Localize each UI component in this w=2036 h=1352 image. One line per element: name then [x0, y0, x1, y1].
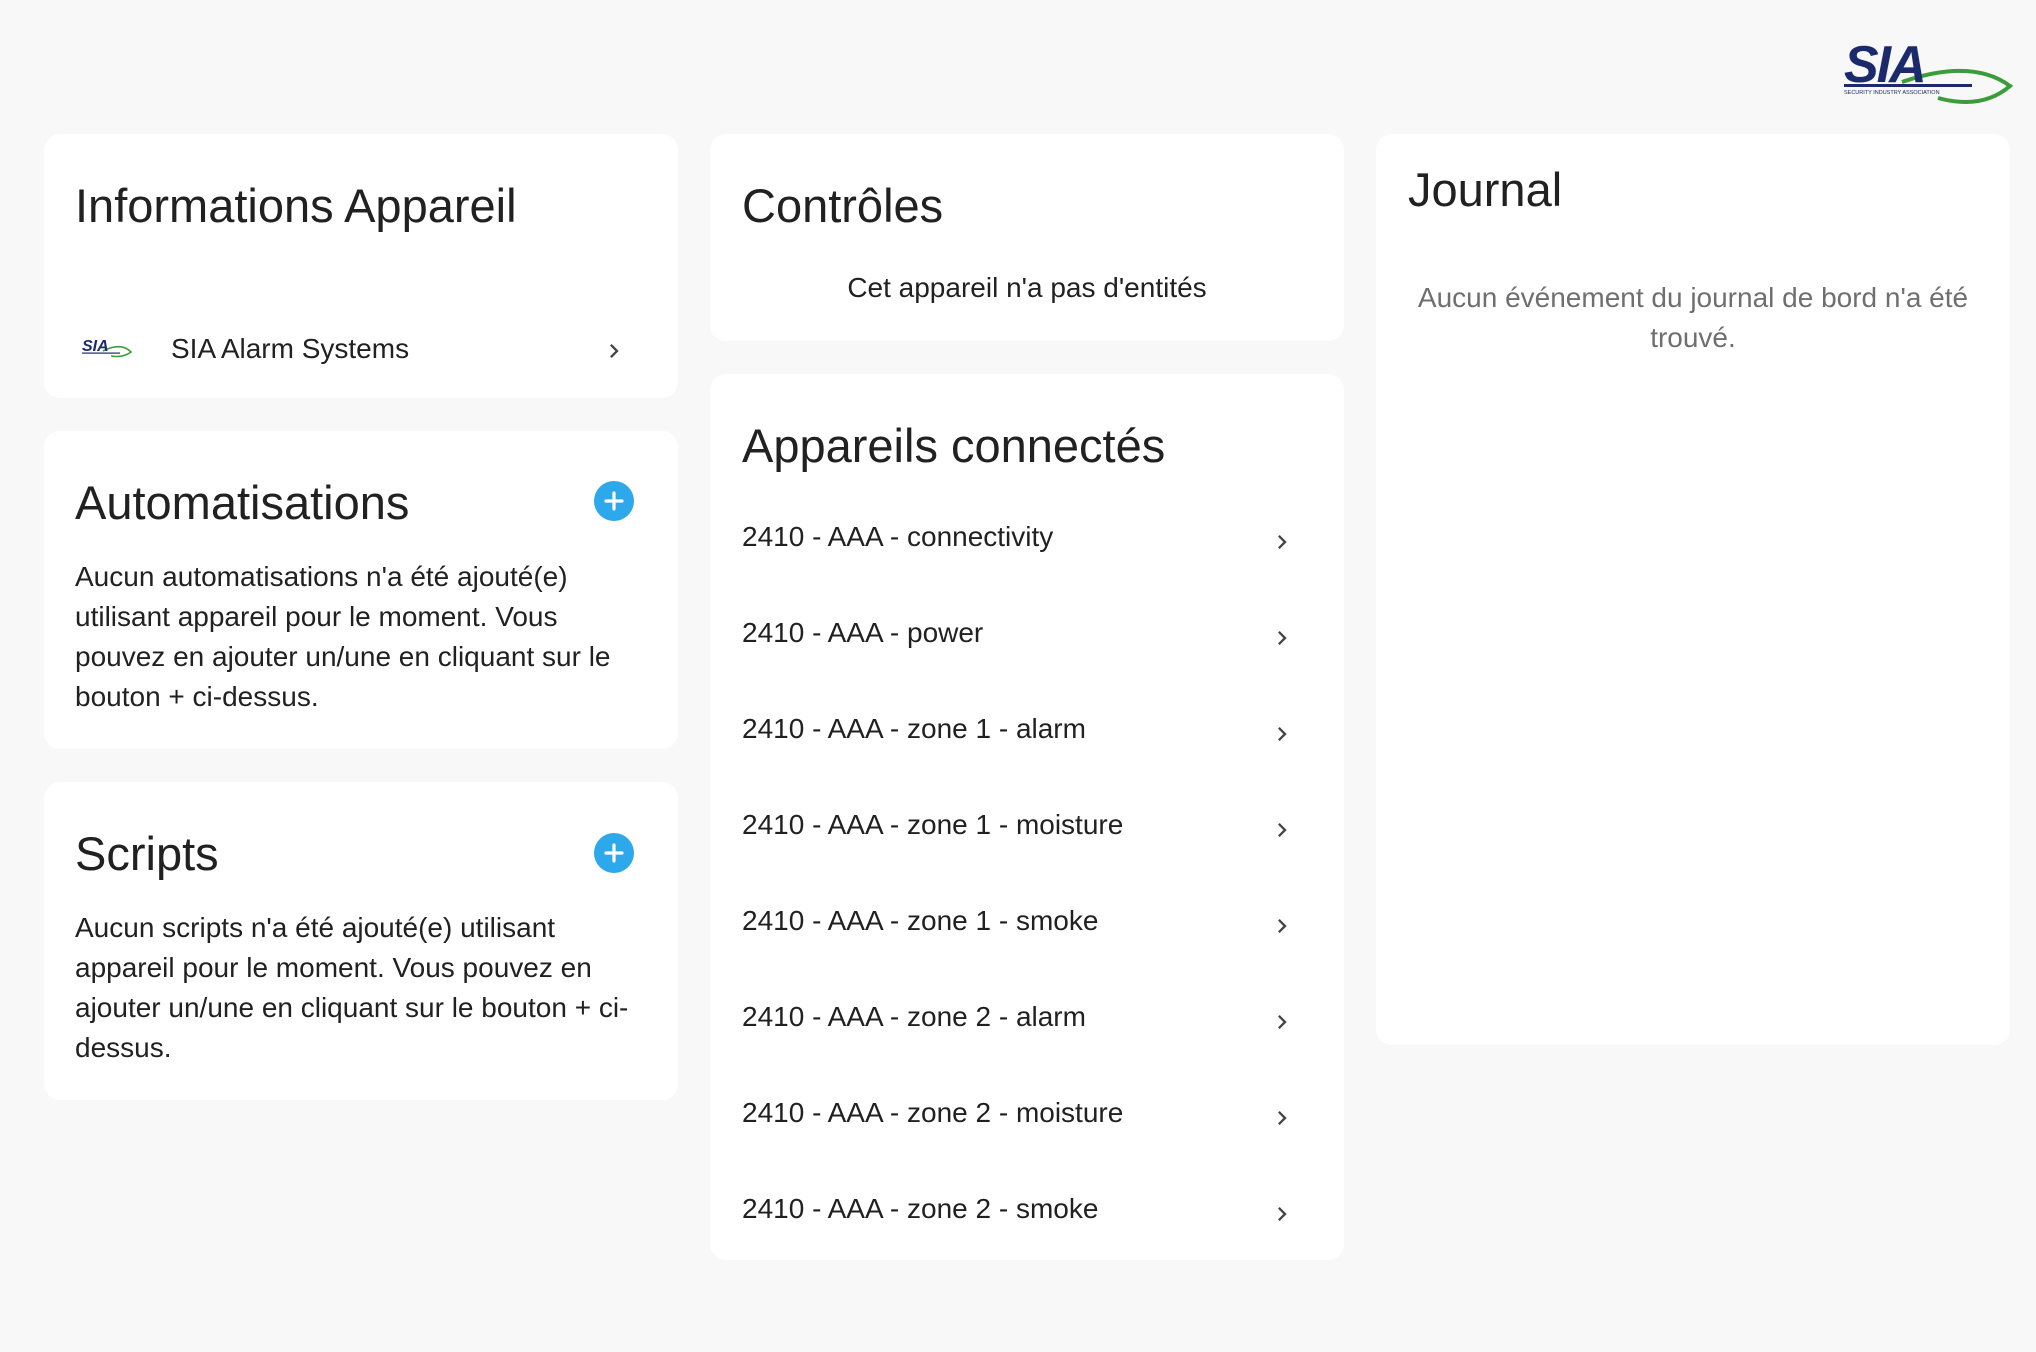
chevron-right-icon	[1278, 631, 1287, 645]
controls-title: Contrôles	[742, 179, 944, 232]
controls-card: Contrôles Cet appareil n'a pas d'entités	[710, 134, 1344, 341]
chevron-right-icon	[1278, 1111, 1287, 1125]
scripts-title: Scripts	[75, 827, 219, 880]
connected-device-label: 2410 - AAA - connectivity	[742, 521, 1054, 552]
add-script-button[interactable]	[594, 833, 634, 873]
plus-icon	[604, 491, 624, 511]
connected-device-label: 2410 - AAA - zone 1 - alarm	[742, 713, 1086, 744]
plus-icon	[604, 843, 624, 863]
chevron-right-icon	[1278, 727, 1287, 741]
connected-device-label: 2410 - AAA - zone 1 - moisture	[742, 809, 1124, 840]
logbook-empty-text: Aucun événement du journal de bord n'a é…	[1417, 282, 1969, 353]
connected-device-item[interactable]: 2410 - AAA - zone 1 - smoke	[710, 878, 1344, 974]
svg-text:SIA: SIA	[82, 338, 109, 355]
device-info-card: Informations Appareil SIA SIA Alarm Syst…	[44, 134, 678, 398]
connected-device-label: 2410 - AAA - zone 2 - moisture	[742, 1097, 1124, 1128]
chevron-right-icon	[1278, 919, 1287, 933]
svg-text:SECURITY INDUSTRY ASSOCIATION: SECURITY INDUSTRY ASSOCIATION	[1844, 90, 1940, 96]
integration-row[interactable]: SIA SIA Alarm Systems	[44, 322, 678, 394]
connected-device-label: 2410 - AAA - zone 2 - alarm	[742, 1001, 1086, 1032]
connected-device-label: 2410 - AAA - zone 2 - smoke	[742, 1193, 1099, 1224]
add-automation-button[interactable]	[594, 481, 634, 521]
connected-devices-title: Appareils connectés	[742, 419, 1166, 472]
chevron-right-icon	[1278, 1207, 1287, 1221]
device-info-title: Informations Appareil	[75, 179, 517, 232]
logbook-card: Journal Aucun événement du journal de bo…	[1376, 134, 2010, 1045]
automations-card: Automatisations Aucun automatisations n'…	[44, 431, 678, 749]
automations-title: Automatisations	[75, 476, 410, 529]
connected-device-label: 2410 - AAA - power	[742, 617, 984, 648]
connected-device-item[interactable]: 2410 - AAA - zone 2 - moisture	[710, 1070, 1344, 1166]
chevron-right-icon	[1278, 823, 1287, 837]
connected-device-item[interactable]: 2410 - AAA - zone 1 - moisture	[710, 782, 1344, 878]
connected-device-label: 2410 - AAA - zone 1 - smoke	[742, 905, 1099, 936]
connected-devices-card: Appareils connectés 2410 - AAA - connect…	[710, 374, 1344, 1260]
scripts-card: Scripts Aucun scripts n'a été ajouté(e) …	[44, 782, 678, 1100]
chevron-right-icon	[610, 344, 619, 358]
connected-device-item[interactable]: 2410 - AAA - power	[710, 590, 1344, 686]
chevron-right-icon	[1278, 1015, 1287, 1029]
connected-device-item[interactable]: 2410 - AAA - zone 1 - alarm	[710, 686, 1344, 782]
scripts-empty-text: Aucun scripts n'a été ajouté(e) utilisan…	[75, 912, 629, 1063]
controls-empty-text: Cet appareil n'a pas d'entités	[847, 272, 1207, 303]
integration-label: SIA Alarm Systems	[171, 333, 410, 364]
sia-logo-icon: SIA	[81, 336, 133, 360]
chevron-right-icon	[1278, 535, 1287, 549]
connected-device-item[interactable]: 2410 - AAA - zone 2 - smoke	[710, 1166, 1344, 1262]
logbook-title: Journal	[1408, 163, 1563, 216]
connected-device-item[interactable]: 2410 - AAA - connectivity	[710, 494, 1344, 590]
automations-empty-text: Aucun automatisations n'a été ajouté(e) …	[75, 561, 611, 712]
sia-logo: SIA SECURITY INDUSTRY ASSOCIATION	[1842, 36, 2014, 104]
connected-device-item[interactable]: 2410 - AAA - zone 2 - alarm	[710, 974, 1344, 1070]
